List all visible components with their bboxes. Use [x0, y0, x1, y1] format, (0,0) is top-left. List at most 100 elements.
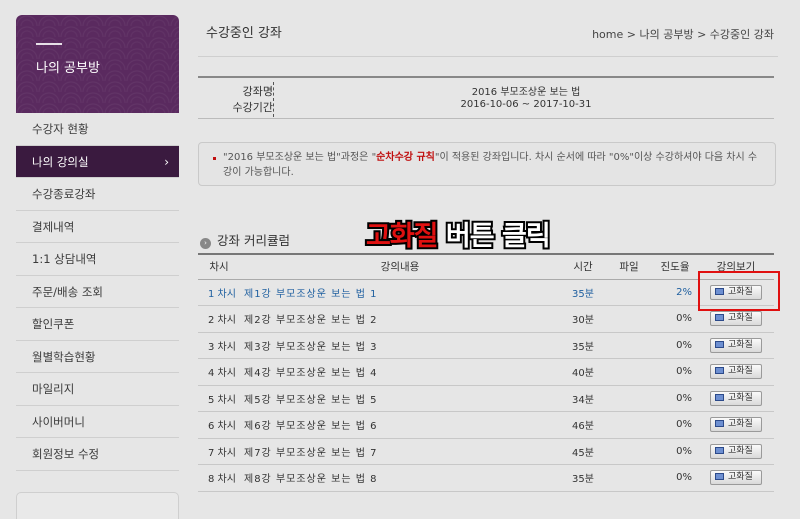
- sidebar-header: 나의 공부방: [16, 15, 179, 113]
- monitor-icon: [715, 314, 724, 322]
- lesson-file: [606, 332, 652, 359]
- lesson-number: 5 차시: [198, 385, 240, 412]
- lesson-progress: 0%: [652, 411, 698, 439]
- lesson-progress: 0%: [652, 385, 698, 412]
- lesson-time: 35분: [560, 279, 606, 306]
- lesson-view-cell: 고화질: [698, 385, 774, 412]
- lesson-time: 46분: [560, 411, 606, 439]
- hq-play-button[interactable]: 고화질: [710, 390, 762, 406]
- table-row: 1 차시 제1강 부모조상운 보는 법 1 35분 2% 고화질: [198, 279, 774, 306]
- lesson-progress: 0%: [652, 438, 698, 465]
- lesson-file: [606, 385, 652, 412]
- sidebar-item-label: 할인쿠폰: [32, 317, 75, 331]
- sidebar-item-label: 월별학습현황: [32, 349, 96, 364]
- sidebar-item-student-status[interactable]: 수강자 현황: [16, 113, 179, 146]
- sidebar-item-label: 결제내역: [32, 219, 75, 234]
- hq-play-button[interactable]: 고화질: [710, 337, 762, 353]
- column-header: 차시: [198, 253, 240, 280]
- lesson-time: 35분: [560, 464, 606, 492]
- sidebar-item-label: 수강종료강좌: [32, 187, 96, 201]
- annotation-white-text: 버튼 클릭: [437, 219, 553, 254]
- lesson-number: 2 차시: [198, 305, 240, 333]
- sidebar-item-label: 수강자 현황: [32, 122, 89, 136]
- column-header: 진도율: [652, 253, 698, 280]
- sidebar-bottom-panel: [16, 492, 179, 519]
- curriculum-title: › 강좌 커리큘럼: [200, 230, 290, 249]
- divider: [198, 56, 778, 57]
- lesson-progress: 0%: [652, 464, 698, 492]
- lesson-title: 제8강 부모조상운 보는 법 8: [240, 464, 560, 492]
- lesson-file: [606, 279, 652, 306]
- sidebar-item-coupons[interactable]: 할인쿠폰: [16, 308, 179, 341]
- sidebar-item-label: 회원정보 수정: [32, 447, 100, 461]
- column-header: 강의내용: [240, 253, 560, 280]
- lesson-file: [606, 438, 652, 465]
- main-content: 수강중인 강좌 home > 나의 공부방 > 수강중인 강좌 강좌명 2016…: [198, 0, 800, 519]
- column-header: 파일: [606, 253, 652, 280]
- lesson-title: 제6강 부모조상운 보는 법 6: [240, 411, 560, 439]
- sidebar-item-finished-courses[interactable]: 수강종료강좌: [16, 178, 179, 211]
- course-period-label: 수강기간: [232, 101, 273, 114]
- hq-button-label: 고화질: [728, 419, 753, 430]
- hq-button-label: 고화질: [728, 392, 753, 403]
- monitor-icon: [715, 446, 724, 454]
- lesson-number: 3 차시: [198, 332, 240, 359]
- lesson-progress: 0%: [652, 305, 698, 333]
- divider: [273, 82, 274, 117]
- sidebar-item-cyber-money[interactable]: 사이버머니: [16, 406, 179, 438]
- sidebar-item-label: 마일리지: [32, 382, 75, 396]
- notice-highlight: 순차수강 규칙: [376, 152, 435, 163]
- hq-button-label: 고화질: [728, 366, 753, 377]
- table-row: 5 차시 제5강 부모조상운 보는 법 5 34분 0% 고화질: [198, 385, 774, 412]
- course-info: 강좌명 2016 부모조상운 보는 법 수강기간 2016-10-06 ~ 20…: [198, 76, 774, 119]
- table-row: 4 차시 제4강 부모조상운 보는 법 4 40분 0% 고화질: [198, 358, 774, 386]
- annotation-red-text: 고화질: [364, 219, 440, 254]
- hq-play-button[interactable]: 고화질: [710, 443, 762, 459]
- lesson-number: 1 차시: [198, 279, 240, 306]
- lesson-view-cell: 고화질: [698, 438, 774, 465]
- hq-button-label: 고화질: [728, 339, 753, 350]
- lesson-number: 4 차시: [198, 358, 240, 386]
- sidebar-title: 나의 공부방: [36, 61, 100, 76]
- curriculum-table: 차시 강의내용 시간 파일 진도율 강의보기 1 차시 제1강 부모조상운 보는 …: [198, 253, 774, 492]
- column-header: 시간: [560, 253, 606, 280]
- sidebar-item-my-classroom[interactable]: 나의 강의실 ›: [16, 145, 179, 178]
- sidebar-item-edit-profile[interactable]: 회원정보 수정: [16, 438, 179, 471]
- sidebar-item-orders[interactable]: 주문/배송 조회: [16, 276, 179, 308]
- annotation-highlight-box: [698, 271, 780, 311]
- sidebar-item-label: 1:1 상담내역: [32, 252, 97, 266]
- lesson-title: 제3강 부모조상운 보는 법 3: [240, 332, 560, 359]
- lesson-progress: 2%: [652, 279, 698, 306]
- lesson-view-cell: 고화질: [698, 464, 774, 492]
- sidebar-header-bar: [36, 43, 62, 45]
- lesson-time: 40분: [560, 358, 606, 386]
- monitor-icon: [715, 420, 724, 428]
- lesson-title[interactable]: 제1강 부모조상운 보는 법 1: [240, 279, 560, 306]
- lesson-time: 45분: [560, 438, 606, 465]
- table-row: 7 차시 제7강 부모조상운 보는 법 7 45분 0% 고화질: [198, 438, 774, 465]
- lesson-view-cell: 고화질: [698, 411, 774, 439]
- table-row: 2 차시 제2강 부모조상운 보는 법 2 30분 0% 고화질: [198, 305, 774, 333]
- sidebar-item-consultation[interactable]: 1:1 상담내역: [16, 243, 179, 276]
- lesson-number: 6 차시: [198, 411, 240, 439]
- notice-box: "2016 부모조상운 보는 법"과정은 "순차수강 규칙"이 적용된 강좌입니…: [198, 142, 776, 186]
- bullet-icon: [213, 157, 216, 160]
- sidebar-item-label: 주문/배송 조회: [32, 284, 104, 299]
- monitor-icon: [715, 473, 724, 481]
- sidebar-item-payments[interactable]: 결제내역: [16, 211, 179, 243]
- hq-play-button[interactable]: 고화질: [710, 311, 762, 327]
- page-title: 수강중인 강좌: [206, 26, 282, 41]
- course-name: 2016 부모조상운 보는 법: [471, 87, 581, 98]
- lesson-time: 30분: [560, 305, 606, 333]
- lesson-view-cell: 고화질: [698, 358, 774, 386]
- sidebar-item-label: 나의 강의실: [32, 154, 89, 169]
- table-row: 3 차시 제3강 부모조상운 보는 법 3 35분 0% 고화질: [198, 332, 774, 359]
- sidebar: 나의 공부방 수강자 현황 나의 강의실 › 수강종료강좌 결제내역 1:1 상담…: [16, 15, 179, 471]
- curriculum-title-text: 강좌 커리큘럼: [217, 233, 290, 248]
- sidebar-item-monthly-status[interactable]: 월별학습현황: [16, 341, 179, 373]
- hq-play-button[interactable]: 고화질: [710, 417, 762, 433]
- hq-play-button[interactable]: 고화질: [710, 470, 762, 486]
- sidebar-item-mileage[interactable]: 마일리지: [16, 373, 179, 406]
- hq-play-button[interactable]: 고화질: [710, 364, 762, 380]
- breadcrumb: home > 나의 공부방 > 수강중인 강좌: [592, 28, 774, 41]
